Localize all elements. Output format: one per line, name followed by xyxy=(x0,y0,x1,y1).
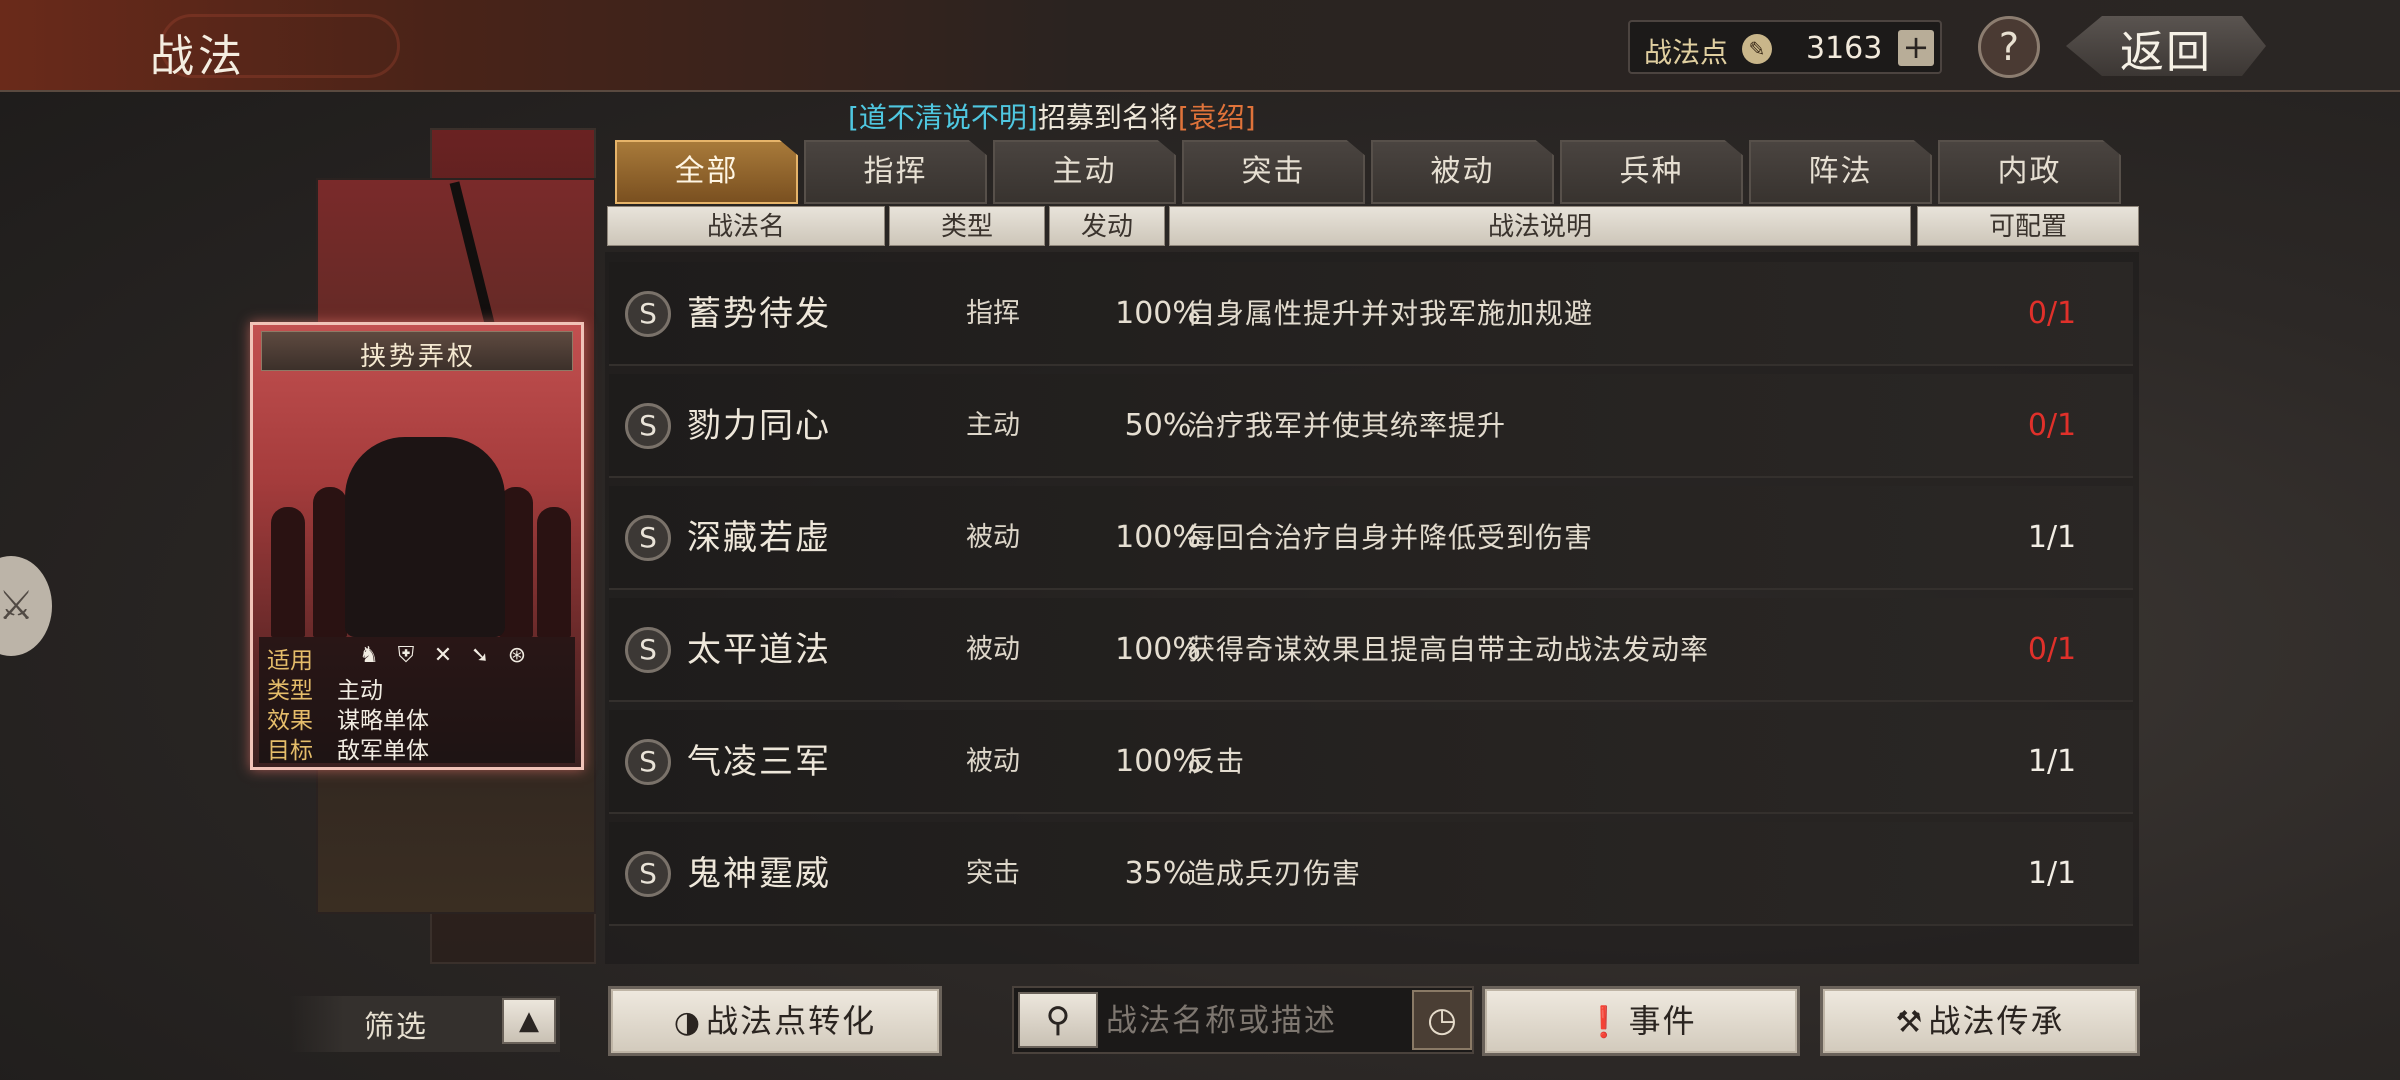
tactic-points-icon: ✎ xyxy=(1742,34,1772,64)
cavalry-icon: ♞ xyxy=(359,643,379,668)
table-row[interactable]: S 勠力同心 主动 50% 治疗我军并使其统率提升 0/1 xyxy=(609,374,2133,478)
clock-icon: ◷ xyxy=(1427,1000,1457,1040)
tactic-points-box: 战法点 ✎ 3163 + xyxy=(1628,20,1942,74)
tactic-description: 获得奇谋效果且提高自带主动战法发动率 xyxy=(1187,633,1710,666)
notice-source: [道不清说不明] xyxy=(848,101,1038,134)
notice-general: [袁绍] xyxy=(1177,101,1256,134)
tactic-type: 被动 xyxy=(966,522,1020,553)
inherit-tactic-label: 战法传承 xyxy=(1928,1002,2065,1040)
soldier-silhouette xyxy=(313,487,347,637)
top-bar xyxy=(0,0,2400,92)
troop-icons: ♞ ⛨ ✕ ➘ ⊛ xyxy=(355,642,540,669)
side-drawer-icon: ⚔ xyxy=(0,583,34,629)
side-drawer-tab[interactable]: ⚔ xyxy=(0,556,52,656)
tab-domestic[interactable]: 内政 xyxy=(1938,140,2121,204)
column-header-configurable[interactable]: 可配置 xyxy=(1917,206,2139,246)
column-header-rate[interactable]: 发动 xyxy=(1049,206,1165,246)
info-value: 敌军单体 xyxy=(337,738,429,764)
search-icon: ⚲ xyxy=(1045,1000,1071,1040)
tab-all[interactable]: 全部 xyxy=(615,140,798,204)
tab-passive[interactable]: 被动 xyxy=(1371,140,1554,204)
hammer-icon: ⚒ xyxy=(1895,1005,1925,1040)
tab-active[interactable]: 主动 xyxy=(993,140,1176,204)
column-header-type[interactable]: 类型 xyxy=(889,206,1045,246)
card-info-panel: 适用 ♞ ⛨ ✕ ➘ ⊛ 类型 主动 效果 谋略单体 目标 敌军单体 xyxy=(259,637,575,764)
soldier-silhouette xyxy=(271,507,305,637)
card-title-bar: 挟势弄权 xyxy=(261,331,573,372)
tactic-type: 指挥 xyxy=(966,298,1020,329)
search-input[interactable] xyxy=(1106,994,1396,1048)
bow-icon: ✕ xyxy=(433,643,453,668)
filter-toggle-button[interactable]: ▲ xyxy=(502,998,556,1044)
add-points-button[interactable]: + xyxy=(1898,30,1934,66)
tab-command[interactable]: 指挥 xyxy=(804,140,987,204)
alert-icon: ❗ xyxy=(1585,1005,1625,1040)
back-button-label[interactable]: 返回 xyxy=(2120,16,2212,80)
convert-points-button[interactable]: ◑ 战法点转化 xyxy=(608,986,942,1056)
tactics-list[interactable]: S 蓄势待发 指挥 100% 自身属性提升并对我军施加规避 0/1 S 勠力同心… xyxy=(605,252,2139,964)
tab-assault[interactable]: 突击 xyxy=(1182,140,1365,204)
tactic-configurable: 0/1 xyxy=(2027,632,2077,667)
convert-points-label: 战法点转化 xyxy=(706,1002,877,1040)
soldier-silhouette xyxy=(537,507,571,637)
tactic-description: 反击 xyxy=(1187,745,1246,778)
tactic-card[interactable]: 挟势弄权 适用 ♞ ⛨ ✕ ➘ ⊛ 类型 主动 效果 谋略单体 目标 敌军单体 xyxy=(250,322,584,770)
tab-formation[interactable]: 阵法 xyxy=(1749,140,1932,204)
tactic-configurable: 1/1 xyxy=(2027,520,2077,555)
card-info-type: 类型 主动 xyxy=(267,671,383,704)
card-info-target: 目标 敌军单体 xyxy=(267,731,429,764)
help-button[interactable]: ? xyxy=(1978,16,2040,78)
info-key: 效果 xyxy=(267,708,313,734)
tactic-type: 突击 xyxy=(966,858,1020,889)
tab-troop[interactable]: 兵种 xyxy=(1560,140,1743,204)
hero-silhouette xyxy=(345,437,505,637)
info-key: 类型 xyxy=(267,678,313,704)
tactic-description: 每回合治疗自身并降低受到伤害 xyxy=(1187,521,1594,554)
table-row[interactable]: S 气凌三军 被动 100% 反击 1/1 xyxy=(609,710,2133,814)
card-illustration xyxy=(263,377,573,637)
card-info-applicable: 适用 ♞ ⛨ ✕ ➘ ⊛ xyxy=(267,641,526,674)
tactic-type: 被动 xyxy=(966,746,1020,777)
tactic-description: 治疗我军并使其统率提升 xyxy=(1187,409,1507,442)
table-row[interactable]: S 太平道法 被动 100% 获得奇谋效果且提高自带主动战法发动率 0/1 xyxy=(609,598,2133,702)
card-title: 挟势弄权 xyxy=(359,342,476,372)
tactic-configurable: 0/1 xyxy=(2027,408,2077,443)
chevron-up-icon: ▲ xyxy=(519,1006,539,1036)
events-label: 事件 xyxy=(1628,1002,1697,1040)
notice-text: 招募到名将 xyxy=(1037,101,1178,134)
inherit-tactic-button[interactable]: ⚒ 战法传承 xyxy=(1820,986,2140,1056)
filter-label[interactable]: 筛选 xyxy=(364,1002,428,1046)
tactic-configurable: 0/1 xyxy=(2027,296,2077,331)
shield-icon: ⛨ xyxy=(397,643,415,668)
recruit-notice: [道不清说不明]招募到名将[袁绍] xyxy=(848,96,1256,136)
history-button[interactable]: ◷ xyxy=(1412,990,1472,1050)
spear-icon: ➘ xyxy=(470,643,490,668)
events-button[interactable]: ❗ 事件 xyxy=(1482,986,1800,1056)
tactic-type: 被动 xyxy=(966,634,1020,665)
tactic-points-label: 战法点 xyxy=(1644,36,1729,69)
info-key: 目标 xyxy=(267,738,313,764)
column-header-name[interactable]: 战法名 xyxy=(607,206,885,246)
siege-icon: ⊛ xyxy=(507,643,527,668)
tactic-description: 自身属性提升并对我军施加规避 xyxy=(1187,297,1594,330)
tactic-configurable: 1/1 xyxy=(2027,856,2077,891)
page-title: 战法 xyxy=(150,31,246,82)
tactic-configurable: 1/1 xyxy=(2027,744,2077,779)
tactic-type: 主动 xyxy=(966,410,1020,441)
swirl-icon: ◑ xyxy=(673,1005,703,1040)
table-row[interactable]: S 蓄势待发 指挥 100% 自身属性提升并对我军施加规避 0/1 xyxy=(609,262,2133,366)
tactic-points-value: 3163 xyxy=(1806,31,1883,66)
column-header-description: 战法说明 xyxy=(1169,206,1911,246)
search-button[interactable]: ⚲ xyxy=(1018,992,1098,1048)
card-info-effect: 效果 谋略单体 xyxy=(267,701,429,734)
table-row[interactable]: S 鬼神霆威 突击 35% 造成兵刃伤害 1/1 xyxy=(609,822,2133,926)
tactic-description: 造成兵刃伤害 xyxy=(1187,857,1362,890)
table-row[interactable]: S 深藏若虚 被动 100% 每回合治疗自身并降低受到伤害 1/1 xyxy=(609,486,2133,590)
info-key: 适用 xyxy=(267,648,313,674)
